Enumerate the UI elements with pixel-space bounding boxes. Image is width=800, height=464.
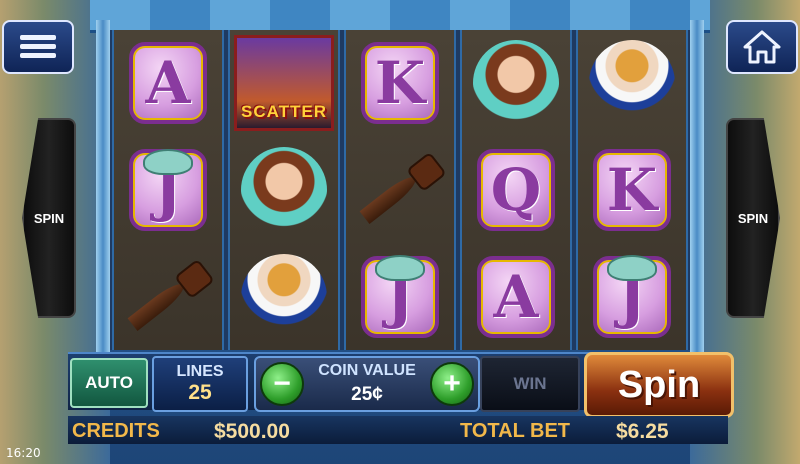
reel-cell xyxy=(230,243,338,350)
reel-cell: SCATTER xyxy=(230,30,338,137)
reel-cell: J xyxy=(114,137,222,244)
hamburger-menu-icon xyxy=(20,35,56,58)
left-pillar xyxy=(96,20,110,360)
lines-label: LINES xyxy=(176,363,224,380)
left-spin-label: SPIN xyxy=(33,210,65,226)
reel-cell xyxy=(346,137,454,244)
right-pillar xyxy=(690,20,704,360)
spin-button[interactable]: Spin xyxy=(584,352,734,418)
top-arch-decoration xyxy=(90,0,710,33)
spin-label: Spin xyxy=(617,363,701,406)
total-bet-label: TOTAL BET xyxy=(460,420,570,442)
reel-cell: K xyxy=(346,30,454,137)
reel-cell: Q xyxy=(462,137,570,244)
reel-3: KJ xyxy=(344,30,456,350)
reel-cell xyxy=(114,243,222,350)
dagger-blade xyxy=(127,278,188,331)
symbol-a: A xyxy=(129,42,207,125)
turban-decoration xyxy=(607,255,657,282)
dagger-blade xyxy=(359,171,420,225)
symbol-k: K xyxy=(361,42,439,125)
reel-2: SCATTER xyxy=(228,30,340,350)
symbol-q: Q xyxy=(477,149,555,231)
reel-cell: K xyxy=(578,137,686,244)
reel-cell: A xyxy=(462,243,570,350)
clock-time: 16:20 xyxy=(6,446,41,460)
menu-button[interactable] xyxy=(2,20,74,74)
reel-cell xyxy=(462,30,570,137)
win-label: WIN xyxy=(513,374,547,393)
reels-area: A J SCATTER K J Q A K J xyxy=(110,30,690,350)
win-display: WIN xyxy=(480,356,580,412)
scatter-label: SCATTER xyxy=(240,102,327,122)
symbol-k: K xyxy=(593,149,671,231)
symbol-genie xyxy=(473,40,559,127)
lines-value: 25 xyxy=(188,381,212,404)
credits-value: $500.00 xyxy=(214,420,290,443)
reel-cell: J xyxy=(346,243,454,350)
reel-cell xyxy=(230,137,338,244)
turban-decoration xyxy=(375,255,425,282)
reel-4: QA xyxy=(460,30,572,350)
right-spin-label: SPIN xyxy=(737,210,769,226)
coin-value-panel: − COIN VALUE 25¢ + xyxy=(254,356,480,412)
symbol-scatter: SCATTER xyxy=(234,35,334,132)
symbol-sultan xyxy=(589,40,675,127)
lines-selector[interactable]: LINES 25 xyxy=(152,356,248,412)
reel-5: KJ xyxy=(576,30,688,350)
total-bet-value: $6.25 xyxy=(616,420,669,443)
control-bar: AUTO LINES 25 − COIN VALUE 25¢ + WIN Spi… xyxy=(68,352,734,418)
auto-label: AUTO xyxy=(85,373,133,392)
plus-icon: + xyxy=(443,367,461,400)
coin-increase-button[interactable]: + xyxy=(430,362,474,406)
turban-decoration xyxy=(143,148,193,175)
status-bar: CREDITS $500.00 TOTAL BET $6.25 xyxy=(68,416,728,444)
auto-button[interactable]: AUTO xyxy=(70,358,148,408)
symbol-dagger xyxy=(356,151,447,228)
symbol-a: A xyxy=(477,255,555,338)
reel-cell: J xyxy=(578,243,686,350)
home-button[interactable] xyxy=(726,20,798,74)
reel-cell xyxy=(578,30,686,137)
symbol-sultan xyxy=(241,253,327,340)
symbol-dagger xyxy=(124,258,215,335)
reel-cell: A xyxy=(114,30,222,137)
credits-label: CREDITS xyxy=(72,420,160,442)
home-icon xyxy=(743,30,781,64)
reel-1: AJ xyxy=(112,30,224,350)
symbol-genie xyxy=(241,147,327,233)
